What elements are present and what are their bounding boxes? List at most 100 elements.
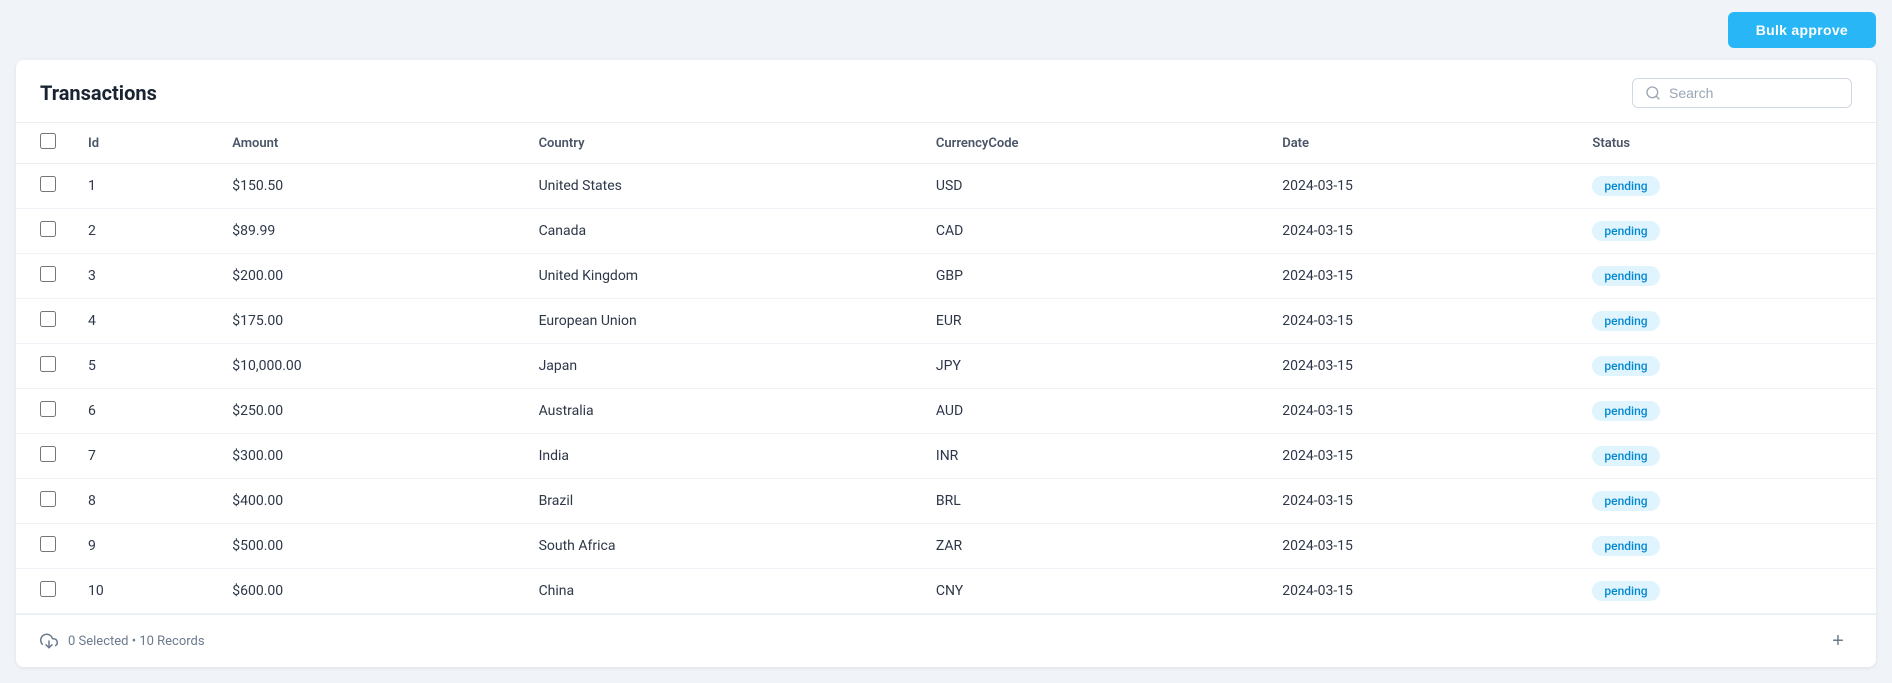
row-checkbox[interactable] <box>40 446 56 462</box>
row-checkbox[interactable] <box>40 266 56 282</box>
row-checkbox[interactable] <box>40 536 56 552</box>
row-status: pending <box>1576 524 1876 569</box>
row-country: Australia <box>523 389 920 434</box>
row-date: 2024-03-15 <box>1266 209 1576 254</box>
table-row: 10 $600.00 China CNY 2024-03-15 pending <box>16 569 1876 614</box>
table-row: 9 $500.00 South Africa ZAR 2024-03-15 pe… <box>16 524 1876 569</box>
row-status: pending <box>1576 254 1876 299</box>
header-status: Status <box>1576 123 1876 164</box>
footer-info: 0 Selected • 10 Records <box>40 632 205 650</box>
row-country: European Union <box>523 299 920 344</box>
row-id: 9 <box>72 524 216 569</box>
footer-status-text: 0 Selected • 10 Records <box>68 634 205 649</box>
table-title: Transactions <box>40 81 157 105</box>
add-record-button[interactable]: + <box>1824 627 1852 655</box>
row-status: pending <box>1576 479 1876 524</box>
row-status: pending <box>1576 164 1876 209</box>
download-icon <box>40 632 58 650</box>
row-date: 2024-03-15 <box>1266 254 1576 299</box>
table-row: 2 $89.99 Canada CAD 2024-03-15 pending <box>16 209 1876 254</box>
row-checkbox[interactable] <box>40 311 56 327</box>
row-country: United Kingdom <box>523 254 920 299</box>
row-status: pending <box>1576 389 1876 434</box>
table-row: 8 $400.00 Brazil BRL 2024-03-15 pending <box>16 479 1876 524</box>
row-id: 2 <box>72 209 216 254</box>
row-currency-code: BRL <box>920 479 1266 524</box>
bulk-approve-button[interactable]: Bulk approve <box>1728 12 1876 48</box>
header-country: Country <box>523 123 920 164</box>
row-status: pending <box>1576 299 1876 344</box>
table-header-row: Id Amount Country CurrencyCode Date Stat… <box>16 123 1876 164</box>
row-status: pending <box>1576 569 1876 614</box>
transactions-panel: Transactions Id Amount Country CurrencyC… <box>16 60 1876 667</box>
status-badge: pending <box>1592 581 1659 601</box>
row-currency-code: INR <box>920 434 1266 479</box>
row-id: 6 <box>72 389 216 434</box>
row-amount: $89.99 <box>216 209 522 254</box>
row-date: 2024-03-15 <box>1266 389 1576 434</box>
row-checkbox[interactable] <box>40 401 56 417</box>
row-checkbox[interactable] <box>40 581 56 597</box>
row-currency-code: AUD <box>920 389 1266 434</box>
row-currency-code: CNY <box>920 569 1266 614</box>
header-currency-code: CurrencyCode <box>920 123 1266 164</box>
row-country: China <box>523 569 920 614</box>
row-date: 2024-03-15 <box>1266 344 1576 389</box>
top-bar: Bulk approve <box>0 0 1892 60</box>
transactions-table: Id Amount Country CurrencyCode Date Stat… <box>16 123 1876 614</box>
status-badge: pending <box>1592 356 1659 376</box>
status-badge: pending <box>1592 176 1659 196</box>
row-checkbox-cell <box>16 569 72 614</box>
row-currency-code: CAD <box>920 209 1266 254</box>
table-row: 6 $250.00 Australia AUD 2024-03-15 pendi… <box>16 389 1876 434</box>
row-checkbox-cell <box>16 254 72 299</box>
row-amount: $250.00 <box>216 389 522 434</box>
row-status: pending <box>1576 344 1876 389</box>
table-row: 7 $300.00 India INR 2024-03-15 pending <box>16 434 1876 479</box>
row-id: 4 <box>72 299 216 344</box>
row-date: 2024-03-15 <box>1266 434 1576 479</box>
row-date: 2024-03-15 <box>1266 569 1576 614</box>
row-country: South Africa <box>523 524 920 569</box>
row-id: 1 <box>72 164 216 209</box>
status-badge: pending <box>1592 491 1659 511</box>
row-checkbox[interactable] <box>40 356 56 372</box>
status-badge: pending <box>1592 311 1659 331</box>
table-header: Transactions <box>16 60 1876 123</box>
row-amount: $10,000.00 <box>216 344 522 389</box>
row-checkbox-cell <box>16 344 72 389</box>
row-amount: $300.00 <box>216 434 522 479</box>
row-currency-code: EUR <box>920 299 1266 344</box>
search-container[interactable] <box>1632 78 1852 108</box>
row-amount: $150.50 <box>216 164 522 209</box>
row-date: 2024-03-15 <box>1266 479 1576 524</box>
row-status: pending <box>1576 209 1876 254</box>
status-badge: pending <box>1592 221 1659 241</box>
header-id: Id <box>72 123 216 164</box>
row-id: 7 <box>72 434 216 479</box>
row-id: 10 <box>72 569 216 614</box>
row-amount: $600.00 <box>216 569 522 614</box>
row-checkbox[interactable] <box>40 491 56 507</box>
row-checkbox[interactable] <box>40 176 56 192</box>
status-badge: pending <box>1592 266 1659 286</box>
row-currency-code: GBP <box>920 254 1266 299</box>
row-checkbox-cell <box>16 524 72 569</box>
row-amount: $200.00 <box>216 254 522 299</box>
search-input[interactable] <box>1669 85 1839 101</box>
row-checkbox-cell <box>16 299 72 344</box>
row-id: 5 <box>72 344 216 389</box>
row-id: 8 <box>72 479 216 524</box>
row-date: 2024-03-15 <box>1266 299 1576 344</box>
row-currency-code: JPY <box>920 344 1266 389</box>
header-checkbox-col <box>16 123 72 164</box>
row-checkbox[interactable] <box>40 221 56 237</box>
row-country: United States <box>523 164 920 209</box>
row-currency-code: ZAR <box>920 524 1266 569</box>
row-checkbox-cell <box>16 479 72 524</box>
row-amount: $400.00 <box>216 479 522 524</box>
table-row: 1 $150.50 United States USD 2024-03-15 p… <box>16 164 1876 209</box>
search-icon <box>1645 85 1661 101</box>
select-all-checkbox[interactable] <box>40 133 56 149</box>
status-badge: pending <box>1592 401 1659 421</box>
